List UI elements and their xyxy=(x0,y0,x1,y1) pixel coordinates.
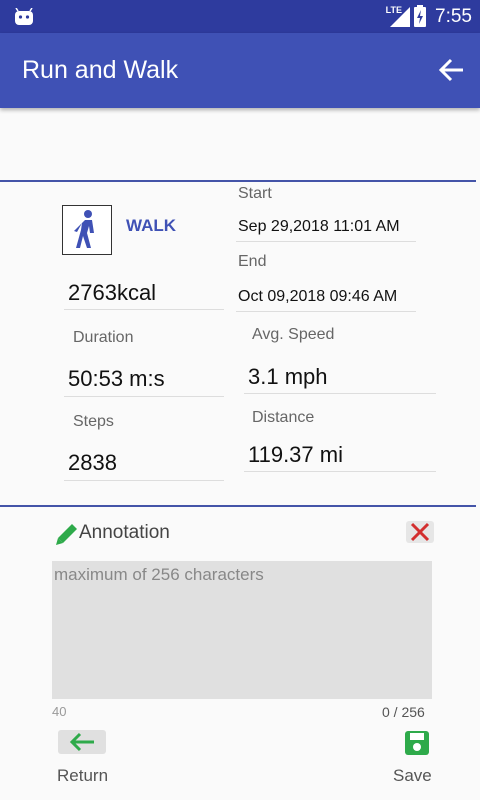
app-bar: Run and Walk xyxy=(0,33,480,108)
steps-value: 2838 xyxy=(68,450,117,475)
annotation-input[interactable]: maximum of 256 characters xyxy=(52,561,432,699)
save-label[interactable]: Save xyxy=(393,766,432,786)
distance-value: 119.37 mi xyxy=(248,442,343,467)
avg-speed-value: 3.1 mph xyxy=(248,364,328,389)
signal-icon xyxy=(390,7,410,27)
battery-icon xyxy=(414,5,426,27)
duration-label: Duration xyxy=(73,329,134,346)
annotation-label: Annotation xyxy=(79,522,170,543)
walking-person-icon xyxy=(74,210,94,248)
activity-image xyxy=(62,205,112,255)
section-divider-bottom xyxy=(0,505,476,507)
start-underline xyxy=(236,241,416,242)
android-robot-icon xyxy=(15,8,33,25)
annotation-left-hint: 40 xyxy=(52,704,67,719)
activity-type: WALK xyxy=(126,216,177,235)
arrow-left-icon xyxy=(69,732,94,752)
start-value: Sep 29,2018 11:01 AM xyxy=(238,218,400,235)
clock: 7:55 xyxy=(435,6,472,27)
duration-value: 50:53 m:s xyxy=(68,366,165,391)
steps-label: Steps xyxy=(73,413,114,430)
distance-label: Distance xyxy=(252,409,315,426)
steps-underline xyxy=(64,480,224,481)
back-arrow-icon[interactable] xyxy=(436,55,466,85)
section-divider-top xyxy=(0,180,476,182)
duration-underline xyxy=(64,396,224,397)
annotation-counter: 0 / 256 xyxy=(382,704,425,720)
calories-value: 2763kcal xyxy=(68,280,157,305)
end-label: End xyxy=(238,253,267,270)
avg-speed-label: Avg. Speed xyxy=(252,326,335,343)
pencil-icon xyxy=(56,524,77,545)
end-value: Oct 09,2018 09:46 AM xyxy=(238,288,398,305)
save-icon[interactable] xyxy=(404,730,430,756)
status-bar: LTE 7:55 xyxy=(0,0,480,33)
return-label[interactable]: Return xyxy=(57,766,108,786)
return-button[interactable] xyxy=(58,730,106,754)
avg-speed-underline xyxy=(244,393,436,394)
page-title: Run and Walk xyxy=(22,56,179,84)
clear-annotation-button[interactable] xyxy=(406,521,434,543)
start-label: Start xyxy=(238,185,272,202)
close-icon xyxy=(410,522,430,542)
end-underline xyxy=(236,311,416,312)
calories-underline xyxy=(64,309,224,310)
distance-underline xyxy=(244,471,436,472)
